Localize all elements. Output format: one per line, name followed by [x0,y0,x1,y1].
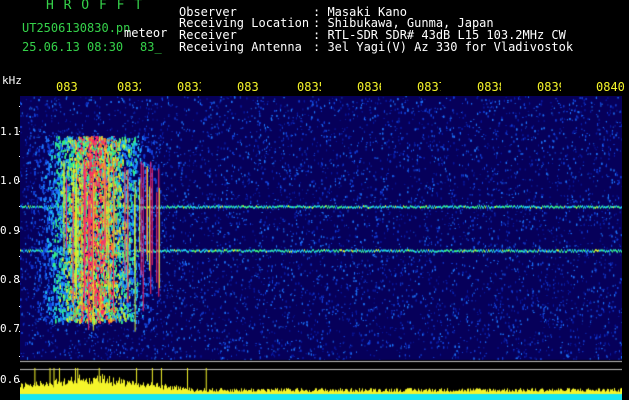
y-tick-label: 0.9 [0,224,20,237]
x-tick-label: 0838 [477,81,501,93]
y-tick-label: 1.0 [0,174,20,187]
spectrogram-canvas [20,96,622,400]
app-title: H R O F F T [46,0,144,13]
hrofft-window: H R O F F T UT2506130830.pn meteor 25.06… [0,0,629,400]
x-tick-label: 0837 [417,81,441,93]
y-tick-label: 1.1 [0,125,20,138]
x-tick-label: 083 [56,80,78,94]
y-tick-label: 0.6 [0,373,20,386]
x-tick-label: 0840 [596,80,625,94]
y-tick-label: 0.7 [0,322,20,335]
spectrogram [20,96,622,400]
x-tick-label: 0836 [357,81,381,93]
x-tick-label: 0835 [297,81,321,93]
x-tick-label: 0839 [537,81,561,93]
datetime-label: 25.06.13 08:30 [22,40,124,54]
x-tick-label: 0832 [117,81,141,93]
y-axis-unit: kHz [2,74,22,87]
count-label: 83_ [140,40,162,54]
file-name: UT2506130830.pn [22,21,131,35]
x-tick-label: 0833 [177,81,201,93]
station-value-antenna: : 3el Yagi(V) Az 330 for Vladivostok [313,40,574,54]
x-tick-label: 083 [237,80,259,94]
mode-label: meteor [124,26,168,40]
station-label-antenna: Receiving Antenna [179,40,302,54]
y-tick-label: 0.8 [0,273,20,286]
